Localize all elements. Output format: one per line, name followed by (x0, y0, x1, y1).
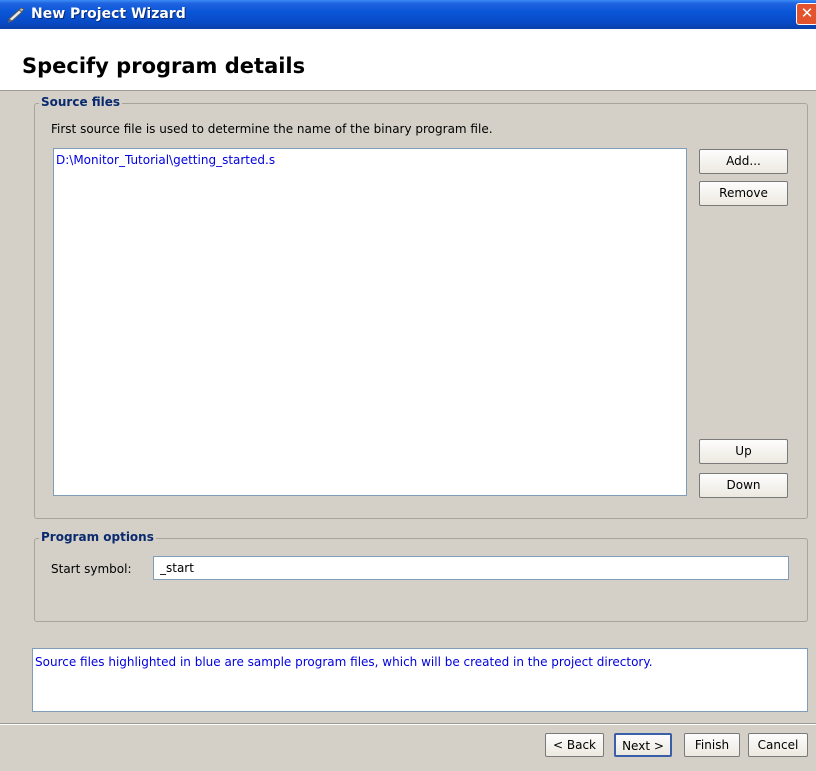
wizard-header: Specify program details (0, 29, 816, 91)
next-button[interactable]: Next > (614, 733, 672, 757)
list-item[interactable]: D:\Monitor_Tutorial\getting_started.s (56, 153, 275, 167)
message-box: Source files highlighted in blue are sam… (32, 648, 808, 712)
close-button[interactable]: ✕ (796, 3, 816, 25)
bottom-divider (0, 723, 816, 725)
source-files-legend: Source files (39, 95, 123, 109)
source-file-list[interactable]: D:\Monitor_Tutorial\getting_started.s (53, 148, 687, 496)
cancel-button[interactable]: Cancel (748, 733, 808, 757)
wizard-pen-icon (7, 6, 25, 24)
start-symbol-label: Start symbol: (51, 562, 132, 576)
message-text: Source files highlighted in blue are sam… (35, 655, 653, 669)
source-files-group: Source files First source file is used t… (34, 95, 808, 519)
move-up-button[interactable]: Up (699, 439, 788, 464)
new-project-wizard-window: New Project Wizard ✕ Specify program det… (0, 0, 816, 771)
close-icon: ✕ (800, 4, 814, 22)
page-title: Specify program details (22, 54, 306, 78)
finish-button[interactable]: Finish (684, 733, 740, 757)
source-files-description: First source file is used to determine t… (51, 122, 493, 136)
title-bar: New Project Wizard ✕ (0, 0, 816, 29)
remove-file-button[interactable]: Remove (699, 181, 788, 206)
window-title: New Project Wizard (31, 6, 186, 22)
program-options-group: Program options Start symbol: (34, 530, 808, 622)
add-file-button[interactable]: Add... (699, 149, 788, 174)
back-button[interactable]: < Back (545, 733, 604, 757)
program-options-legend: Program options (39, 530, 156, 544)
move-down-button[interactable]: Down (699, 473, 788, 498)
start-symbol-input[interactable] (153, 556, 789, 580)
